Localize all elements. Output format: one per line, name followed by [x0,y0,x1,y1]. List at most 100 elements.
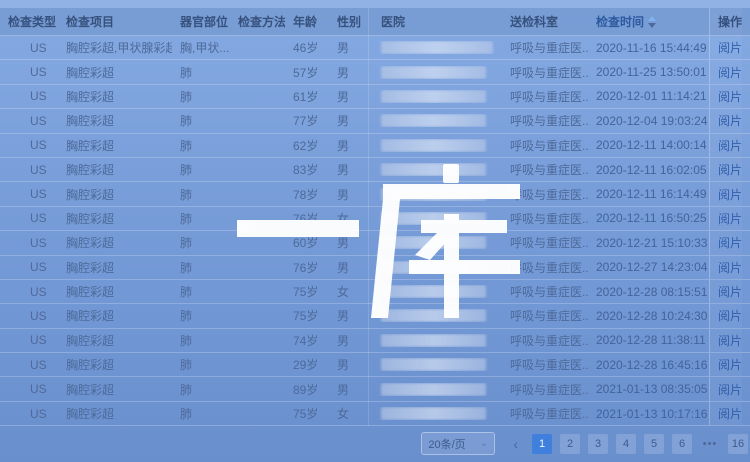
cell-gender: 男 [329,307,373,324]
cell-gender: 男 [329,64,373,81]
view-film-link[interactable]: 阅片 [718,88,742,105]
cell-gender: 男 [329,88,373,105]
column-header-exam-time[interactable]: 检查时间 [588,13,709,30]
cell-exam-time: 2020-12-01 11:14:21 [588,89,709,103]
sort-caret-icon [648,16,656,28]
page-button-1[interactable]: 1 [532,434,552,454]
view-film-link[interactable]: 阅片 [718,210,742,227]
cell-action: 阅片 [709,109,742,132]
column-header-exam-type: 检查类型 [0,13,58,30]
cell-exam-type: US [0,260,58,274]
cell-department: 呼吸与重症医... [502,88,588,105]
cell-exam-item: 胸腔彩超 [58,283,172,300]
table-row: US胸腔彩超肺75岁女呼吸与重症医...2020-12-28 08:15:51阅… [0,280,750,304]
table-row: US胸腔彩超肺76岁男呼吸与重症医...2020-12-27 14:23:04阅… [0,256,750,280]
view-film-link[interactable]: 阅片 [718,161,742,178]
view-film-link[interactable]: 阅片 [718,137,742,154]
prev-page-button[interactable]: ‹ [509,436,522,452]
cell-organ: 肺 [172,186,230,203]
page-button-3[interactable]: 3 [588,434,608,454]
column-header-age: 年龄 [285,13,329,30]
page-button-5[interactable]: 5 [644,434,664,454]
view-film-link[interactable]: 阅片 [718,186,742,203]
page-button-4[interactable]: 4 [616,434,636,454]
view-film-link[interactable]: 阅片 [718,405,742,422]
view-film-link[interactable]: 阅片 [718,283,742,300]
column-header-organ-part: 器官部位 [172,13,230,30]
cell-age: 75岁 [285,405,329,422]
view-film-link[interactable]: 阅片 [718,332,742,349]
cell-exam-time: 2020-12-21 15:10:33 [588,236,709,250]
view-film-link[interactable]: 阅片 [718,259,742,276]
top-strip [0,0,750,8]
cell-action: 阅片 [709,402,742,425]
view-film-link[interactable]: 阅片 [718,112,742,129]
hospital-name-redacted [381,163,486,176]
cell-exam-type: US [0,407,58,421]
cell-exam-type: US [0,163,58,177]
table-row: US胸腔彩超,甲状腺彩超胸,甲状...46岁男呼吸与重症医...2020-11-… [0,36,750,60]
column-label: 检查方法 [238,13,285,30]
page-button-list: 123456 ••• 16 [532,434,748,454]
page-ellipsis[interactable]: ••• [700,434,720,454]
view-film-link[interactable]: 阅片 [718,356,742,373]
cell-gender: 男 [329,39,373,56]
cell-age: 76岁 [285,259,329,276]
cell-exam-item: 胸腔彩超 [58,88,172,105]
cell-organ: 肺 [172,64,230,81]
cell-exam-item: 胸腔彩超 [58,161,172,178]
column-header-hospital: 医院 [373,13,502,30]
cell-organ: 胸,甲状... [172,39,230,56]
cell-action: 阅片 [709,256,742,279]
cell-organ: 肺 [172,259,230,276]
cell-age: 57岁 [285,64,329,81]
cell-action: 阅片 [709,353,742,376]
column-header-department: 送检科室 [502,13,588,30]
cell-exam-time: 2020-12-28 11:38:11 [588,333,709,347]
hospital-name-redacted [381,41,493,54]
table-body: US胸腔彩超,甲状腺彩超胸,甲状...46岁男呼吸与重症医...2020-11-… [0,36,750,426]
cell-action: 阅片 [709,158,742,181]
hospital-name-redacted [381,309,486,322]
cell-gender: 男 [329,259,373,276]
cell-exam-item: 胸腔彩超 [58,234,172,251]
cell-exam-time: 2021-01-13 10:17:16 [588,407,709,421]
cell-exam-type: US [0,211,58,225]
cell-hospital [373,90,502,103]
hospital-name-redacted [381,66,486,79]
view-film-link[interactable]: 阅片 [718,234,742,251]
view-film-link[interactable]: 阅片 [718,307,742,324]
page-button-16[interactable]: 16 [728,434,748,454]
cell-hospital [373,212,502,225]
cell-organ: 肺 [172,332,230,349]
cell-action: 阅片 [709,377,742,400]
cell-organ: 肺 [172,234,230,251]
cell-hospital [373,188,502,201]
page-button-6[interactable]: 6 [672,434,692,454]
sort-ascending-icon [648,16,656,21]
hospital-name-redacted [381,407,486,420]
cell-action: 阅片 [709,134,742,157]
cell-exam-item: 胸腔彩超 [58,332,172,349]
cell-exam-type: US [0,41,58,55]
cell-gender: 男 [329,112,373,129]
cell-exam-time: 2020-12-04 19:03:24 [588,114,709,128]
view-film-link[interactable]: 阅片 [718,39,742,56]
view-film-link[interactable]: 阅片 [718,64,742,81]
cell-exam-type: US [0,138,58,152]
page-button-2[interactable]: 2 [560,434,580,454]
page-size-select[interactable]: 20条/页 ⌄ [421,432,495,455]
cell-department: 呼吸与重症医... [502,210,588,227]
cell-exam-item: 胸腔彩超 [58,259,172,276]
cell-exam-time: 2020-12-11 14:00:14 [588,138,709,152]
cell-hospital [373,407,502,420]
hospital-name-redacted [381,236,486,249]
cell-hospital [373,285,502,298]
view-film-link[interactable]: 阅片 [718,381,742,398]
cell-gender: 男 [329,356,373,373]
cell-exam-type: US [0,114,58,128]
cell-age: 29岁 [285,356,329,373]
cell-hospital [373,334,502,347]
column-header-exam-method: 检查方法 [230,13,285,30]
cell-organ: 肺 [172,210,230,227]
